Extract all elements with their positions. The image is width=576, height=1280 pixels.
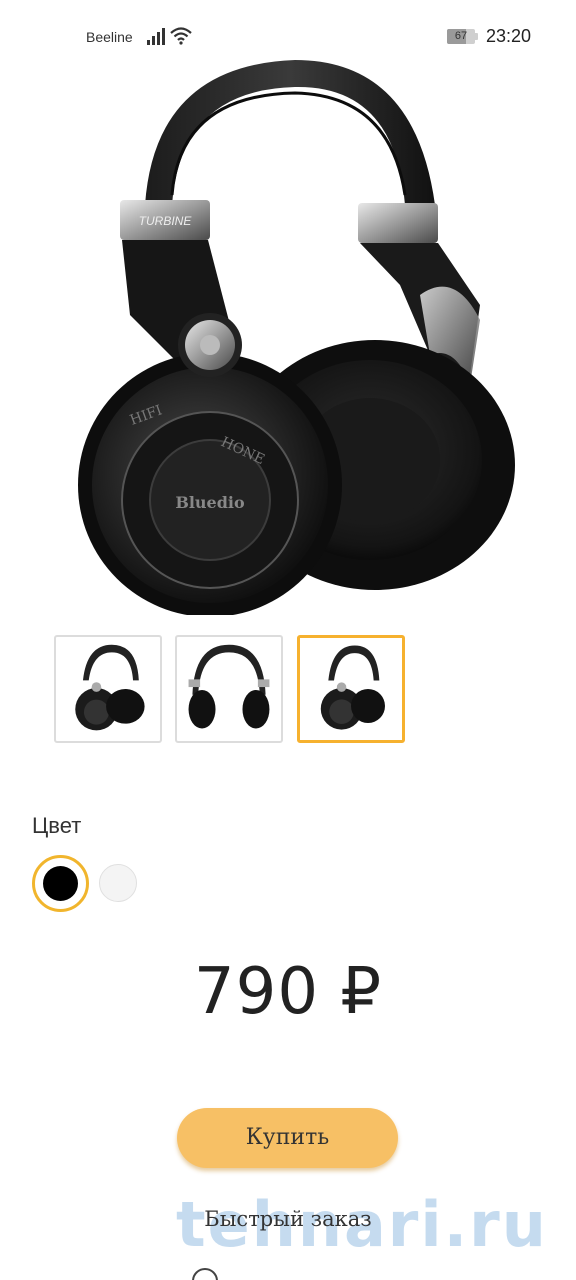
color-swatch-black[interactable] [32, 855, 89, 912]
battery-level: 67 [454, 30, 468, 42]
brand-label: Bluedio [175, 493, 245, 512]
color-label: Цвет [32, 813, 82, 838]
battery-icon: 67 [447, 29, 479, 44]
buy-button[interactable]: Купить [177, 1108, 398, 1168]
product-page: Beeline 67 23:20 TURBINE Bluedio HIFI HO… [0, 0, 576, 1280]
headphones-thumbnail-icon [320, 645, 385, 730]
color-swatch-white[interactable] [99, 864, 137, 902]
clock: 23:20 [486, 26, 532, 46]
turbine-label: TURBINE [139, 214, 193, 228]
circle-icon [192, 1268, 218, 1280]
thumbnail-1[interactable] [54, 635, 162, 743]
headphones-thumbnail-icon [75, 644, 145, 731]
thumbnail-3[interactable] [297, 635, 405, 743]
carrier-name: Beeline [86, 29, 133, 45]
price: 790 ₽ [193, 955, 383, 1029]
quick-order-link[interactable]: Быстрый заказ [176, 1207, 400, 1231]
color-swatch-black-fill [43, 866, 78, 901]
signal-icon [147, 28, 165, 45]
wifi-icon [170, 27, 192, 45]
thumbnail-strip [54, 635, 406, 744]
thumbnail-2[interactable] [175, 635, 283, 743]
headphones-thumbnail-icon [188, 644, 270, 729]
product-image[interactable]: TURBINE Bluedio HIFI HONE [60, 55, 520, 615]
